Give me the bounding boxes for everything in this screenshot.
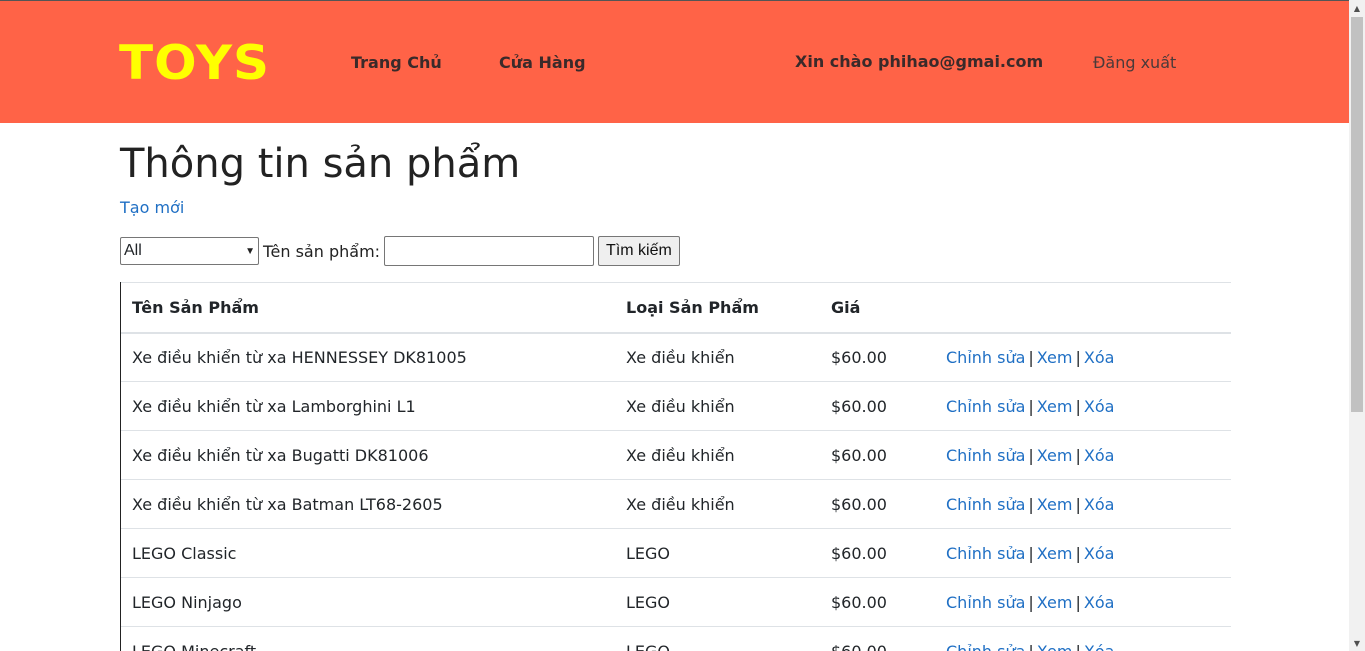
action-separator: | (1075, 494, 1081, 514)
edit-link[interactable]: Chỉnh sửa (946, 495, 1025, 514)
row-actions: Chỉnh sửa | Xem | Xóa (935, 332, 1231, 382)
delete-link[interactable]: Xóa (1084, 495, 1115, 514)
category-select-value: All (124, 242, 142, 259)
product-name-cell: Xe điều khiển từ xa Batman LT68-2605 (121, 479, 615, 529)
nav-link-home[interactable]: Trang Chủ (351, 53, 442, 72)
header-price: Giá (820, 282, 935, 334)
user-greeting: Xin chào phihao@gmai.com (795, 52, 1044, 71)
action-separator: | (1075, 543, 1081, 563)
product-name-cell: Xe điều khiển từ xa Lamborghini L1 (121, 381, 615, 431)
view-link[interactable]: Xem (1037, 593, 1073, 612)
action-separator: | (1075, 445, 1081, 465)
action-separator: | (1028, 494, 1034, 514)
delete-link[interactable]: Xóa (1084, 446, 1115, 465)
product-price-cell: $60.00 (820, 577, 935, 627)
table-row: Xe điều khiển từ xa HENNESSEY DK81005 Xe … (121, 332, 1231, 382)
product-price-cell: $60.00 (820, 381, 935, 431)
scrollbar-thumb[interactable] (1351, 17, 1363, 412)
row-actions: Chỉnh sửa | Xem | Xóa (935, 528, 1231, 578)
product-category-cell: Xe điều khiển (615, 332, 820, 382)
delete-link[interactable]: Xóa (1084, 593, 1115, 612)
edit-link[interactable]: Chỉnh sửa (946, 348, 1025, 367)
nav-link-shop[interactable]: Cửa Hàng (499, 53, 586, 72)
view-link[interactable]: Xem (1037, 495, 1073, 514)
table-row: Xe điều khiển từ xa Bugatti DK81006 Xe đi… (121, 430, 1231, 480)
action-separator: | (1028, 592, 1034, 612)
view-link[interactable]: Xem (1037, 446, 1073, 465)
triangle-up-icon[interactable]: ▲ (1349, 0, 1365, 16)
product-price-cell: $60.00 (820, 528, 935, 578)
action-separator: | (1028, 543, 1034, 563)
viewport: TOYS Trang Chủ Cửa Hàng Xin chào phihao@… (0, 0, 1349, 651)
search-button[interactable]: Tìm kiếm (598, 236, 680, 266)
search-name-input[interactable] (384, 236, 595, 266)
action-separator: | (1075, 592, 1081, 612)
action-separator: | (1075, 347, 1081, 367)
create-new-link[interactable]: Tạo mới (120, 198, 184, 217)
product-name-cell: Xe điều khiển từ xa Bugatti DK81006 (121, 430, 615, 480)
category-select[interactable]: All ▼ (120, 237, 259, 265)
edit-link[interactable]: Chỉnh sửa (946, 593, 1025, 612)
table-row: Xe điều khiển từ xa Lamborghini L1 Xe điề… (121, 381, 1231, 431)
navbar: TOYS Trang Chủ Cửa Hàng Xin chào phihao@… (0, 0, 1349, 123)
product-category-cell: LEGO (615, 528, 820, 578)
product-name-cell: Xe điều khiển từ xa HENNESSEY DK81005 (121, 332, 615, 382)
product-category-cell: Xe điều khiển (615, 430, 820, 480)
view-link[interactable]: Xem (1037, 544, 1073, 563)
product-price-cell: $60.00 (820, 479, 935, 529)
delete-link[interactable]: Xóa (1084, 544, 1115, 563)
edit-link[interactable]: Chỉnh sửa (946, 642, 1025, 651)
row-actions: Chỉnh sửa | Xem | Xóa (935, 626, 1231, 651)
product-category-cell: LEGO (615, 626, 820, 651)
edit-link[interactable]: Chỉnh sửa (946, 544, 1025, 563)
search-name-label: Tên sản phẩm: (263, 241, 381, 261)
product-price-cell: $60.00 (820, 626, 935, 651)
product-price-cell: $60.00 (820, 332, 935, 382)
logout-link[interactable]: Đăng xuất (1093, 53, 1176, 72)
product-table: Tên Sản Phẩm Loại Sản Phẩm Giá Xe điều k… (121, 282, 1231, 651)
row-actions: Chỉnh sửa | Xem | Xóa (935, 381, 1231, 431)
product-name-cell: LEGO Ninjago (121, 577, 615, 627)
row-actions: Chỉnh sửa | Xem | Xóa (935, 577, 1231, 627)
edit-link[interactable]: Chỉnh sửa (946, 446, 1025, 465)
product-category-cell: Xe điều khiển (615, 479, 820, 529)
row-actions: Chỉnh sửa | Xem | Xóa (935, 479, 1231, 529)
product-price-cell: $60.00 (820, 430, 935, 480)
product-table-wrapper: Tên Sản Phẩm Loại Sản Phẩm Giá Xe điều k… (120, 282, 1231, 651)
action-separator: | (1028, 445, 1034, 465)
action-separator: | (1028, 396, 1034, 416)
header-product-category: Loại Sản Phẩm (615, 282, 820, 334)
triangle-down-icon[interactable]: ▼ (1349, 635, 1365, 651)
delete-link[interactable]: Xóa (1084, 397, 1115, 416)
chevron-down-icon: ▼ (245, 245, 255, 257)
edit-link[interactable]: Chỉnh sửa (946, 397, 1025, 416)
product-name-cell: LEGO Classic (121, 528, 615, 578)
page-title: Thông tin sản phẩm (120, 141, 521, 187)
delete-link[interactable]: Xóa (1084, 642, 1115, 651)
product-name-cell: LEGO Minecraft (121, 626, 615, 651)
delete-link[interactable]: Xóa (1084, 348, 1115, 367)
product-category-cell: LEGO (615, 577, 820, 627)
table-row: LEGO Ninjago LEGO $60.00 Chỉnh sửa | Xem | Xóa (121, 577, 1231, 627)
view-link[interactable]: Xem (1037, 397, 1073, 416)
view-link[interactable]: Xem (1037, 348, 1073, 367)
vertical-scrollbar[interactable]: ▲ ▼ (1349, 0, 1365, 651)
logo[interactable]: TOYS (119, 36, 270, 89)
filter-bar: All ▼ Tên sản phẩm: Tìm kiếm (120, 236, 680, 266)
action-separator: | (1028, 347, 1034, 367)
action-separator: | (1028, 641, 1034, 651)
header-product-name: Tên Sản Phẩm (121, 282, 615, 334)
view-link[interactable]: Xem (1037, 642, 1073, 651)
table-body: Xe điều khiển từ xa HENNESSEY DK81005 Xe … (121, 332, 1231, 651)
action-separator: | (1075, 396, 1081, 416)
table-row: LEGO Minecraft LEGO $60.00 Chỉnh sửa | Xem | Xó… (121, 626, 1231, 651)
table-row: Xe điều khiển từ xa Batman LT68-2605 Xe đ… (121, 479, 1231, 529)
header-actions (935, 282, 1231, 334)
product-category-cell: Xe điều khiển (615, 381, 820, 431)
table-header-row: Tên Sản Phẩm Loại Sản Phẩm Giá (121, 282, 1231, 334)
table-row: LEGO Classic LEGO $60.00 Chỉnh sửa | Xem | Xóa (121, 528, 1231, 578)
row-actions: Chỉnh sửa | Xem | Xóa (935, 430, 1231, 480)
action-separator: | (1075, 641, 1081, 651)
